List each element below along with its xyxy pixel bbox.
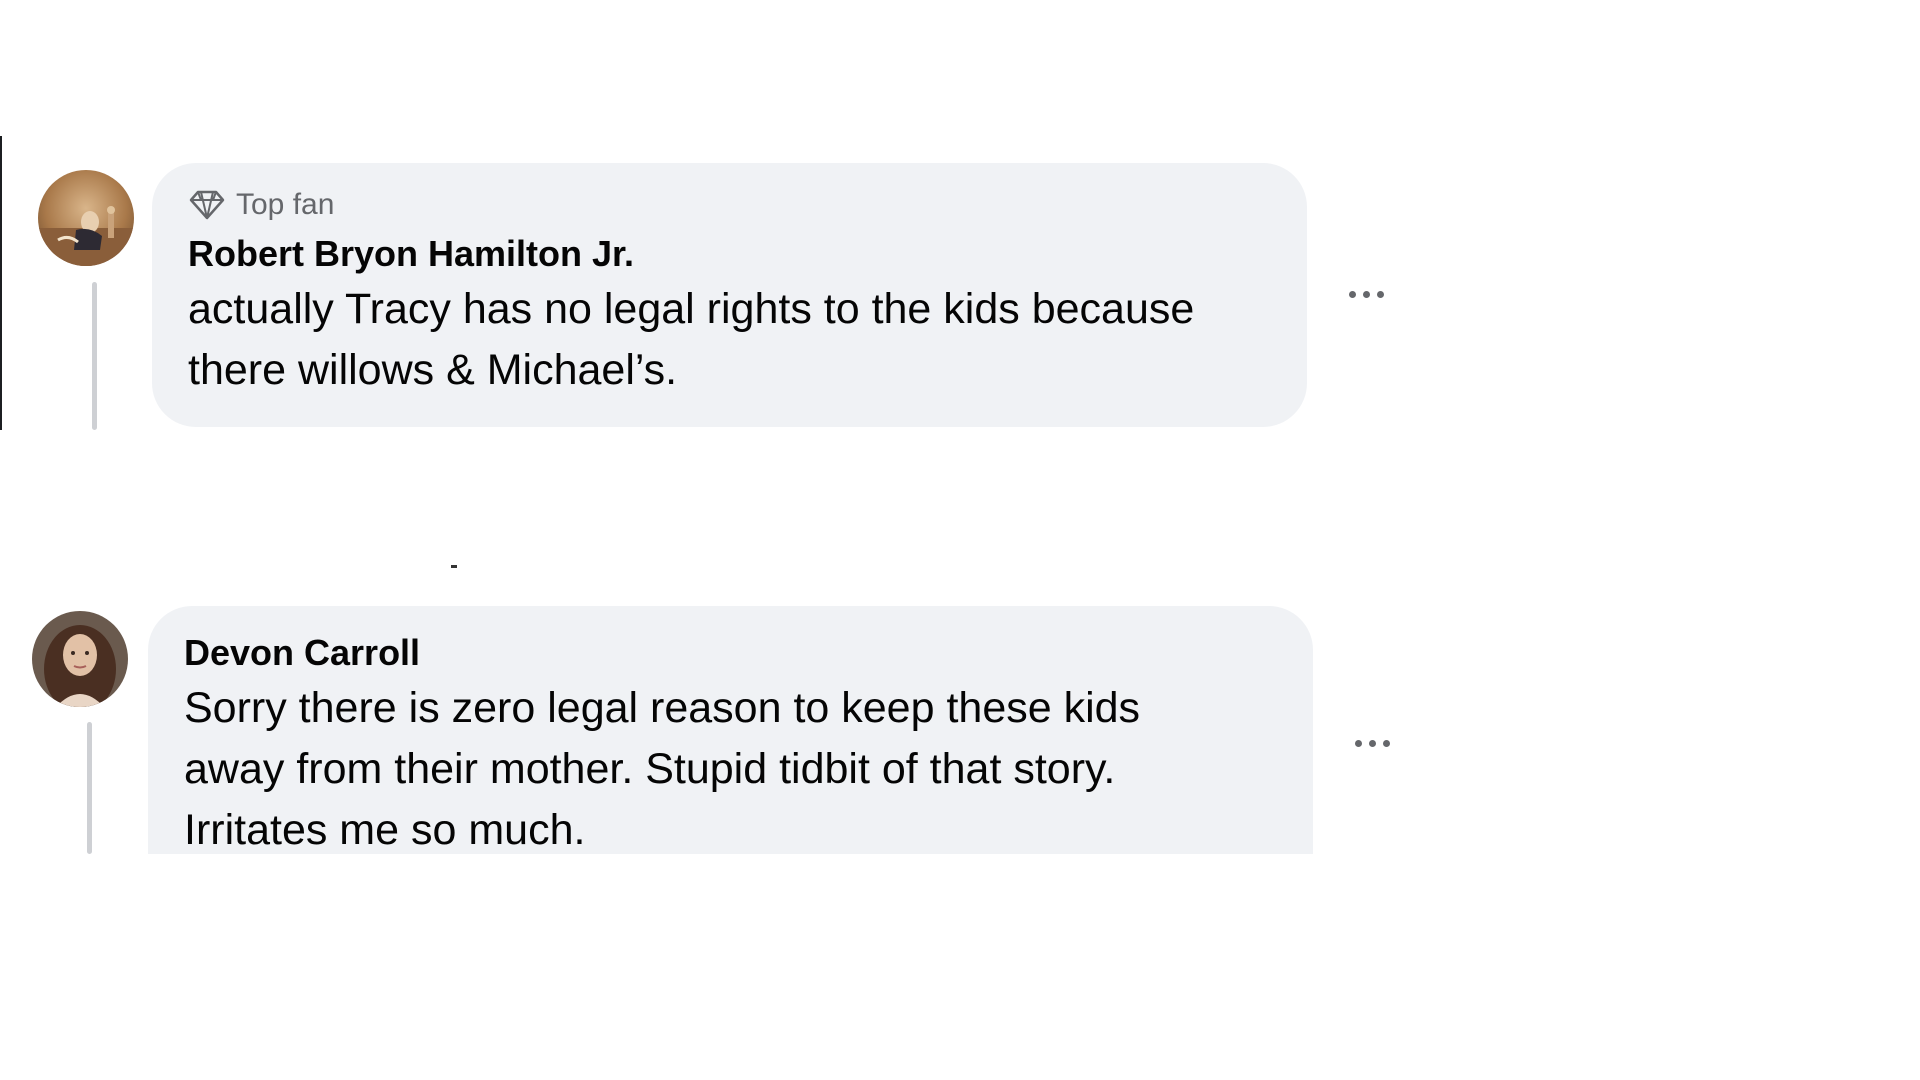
- comment-bubble: Devon Carroll Sorry there is zero legal …: [148, 606, 1313, 854]
- badge-label: Top fan: [236, 188, 335, 221]
- blank-area: [0, 854, 1920, 1080]
- comment-text-line: away from their mother. Stupid tidbit of…: [184, 745, 1116, 793]
- thread-connector-left: [0, 136, 2, 430]
- clipped-text-fragment: [48, 100, 60, 127]
- comment-bubble: Top fan Robert Bryon Hamilton Jr. actual…: [152, 163, 1307, 427]
- diamond-icon: [189, 190, 225, 220]
- more-dot: [1362, 290, 1370, 298]
- more-options-button[interactable]: [1336, 274, 1396, 314]
- comments-viewport: Top fan Robert Bryon Hamilton Jr. actual…: [0, 0, 1920, 1080]
- reply-thread-line: [92, 282, 97, 430]
- more-dot: [1376, 290, 1384, 298]
- avatar-robert-bryon-hamilton[interactable]: [38, 170, 134, 266]
- avatar-devon-carroll[interactable]: [32, 611, 128, 707]
- more-dot: [1348, 290, 1356, 298]
- reply-thread-line: [87, 722, 92, 854]
- more-dot: [1382, 739, 1390, 747]
- comment-text-line: there willows & Michael’s.: [188, 346, 678, 394]
- clipped-previous-text: [46, 100, 346, 138]
- comment-text-line: Irritates me so much.: [184, 806, 586, 854]
- divider-speck: [451, 565, 457, 568]
- more-dot: [1354, 739, 1362, 747]
- more-options-button[interactable]: [1342, 723, 1402, 763]
- more-dot: [1368, 739, 1376, 747]
- profile-photo-icon: [32, 611, 128, 707]
- comment-author-name[interactable]: Robert Bryon Hamilton Jr.: [188, 231, 1271, 277]
- comment-text: actually Tracy has no legal rights to th…: [188, 279, 1271, 401]
- comment-text-line: Sorry there is zero legal reason to keep…: [184, 684, 1141, 732]
- comment-text-line: actually Tracy has no legal rights to th…: [188, 285, 1195, 333]
- profile-photo-icon: [38, 170, 134, 266]
- comment-text: Sorry there is zero legal reason to keep…: [184, 678, 1277, 861]
- comment-author-name[interactable]: Devon Carroll: [184, 630, 1277, 676]
- top-fan-badge[interactable]: Top fan: [188, 185, 1271, 225]
